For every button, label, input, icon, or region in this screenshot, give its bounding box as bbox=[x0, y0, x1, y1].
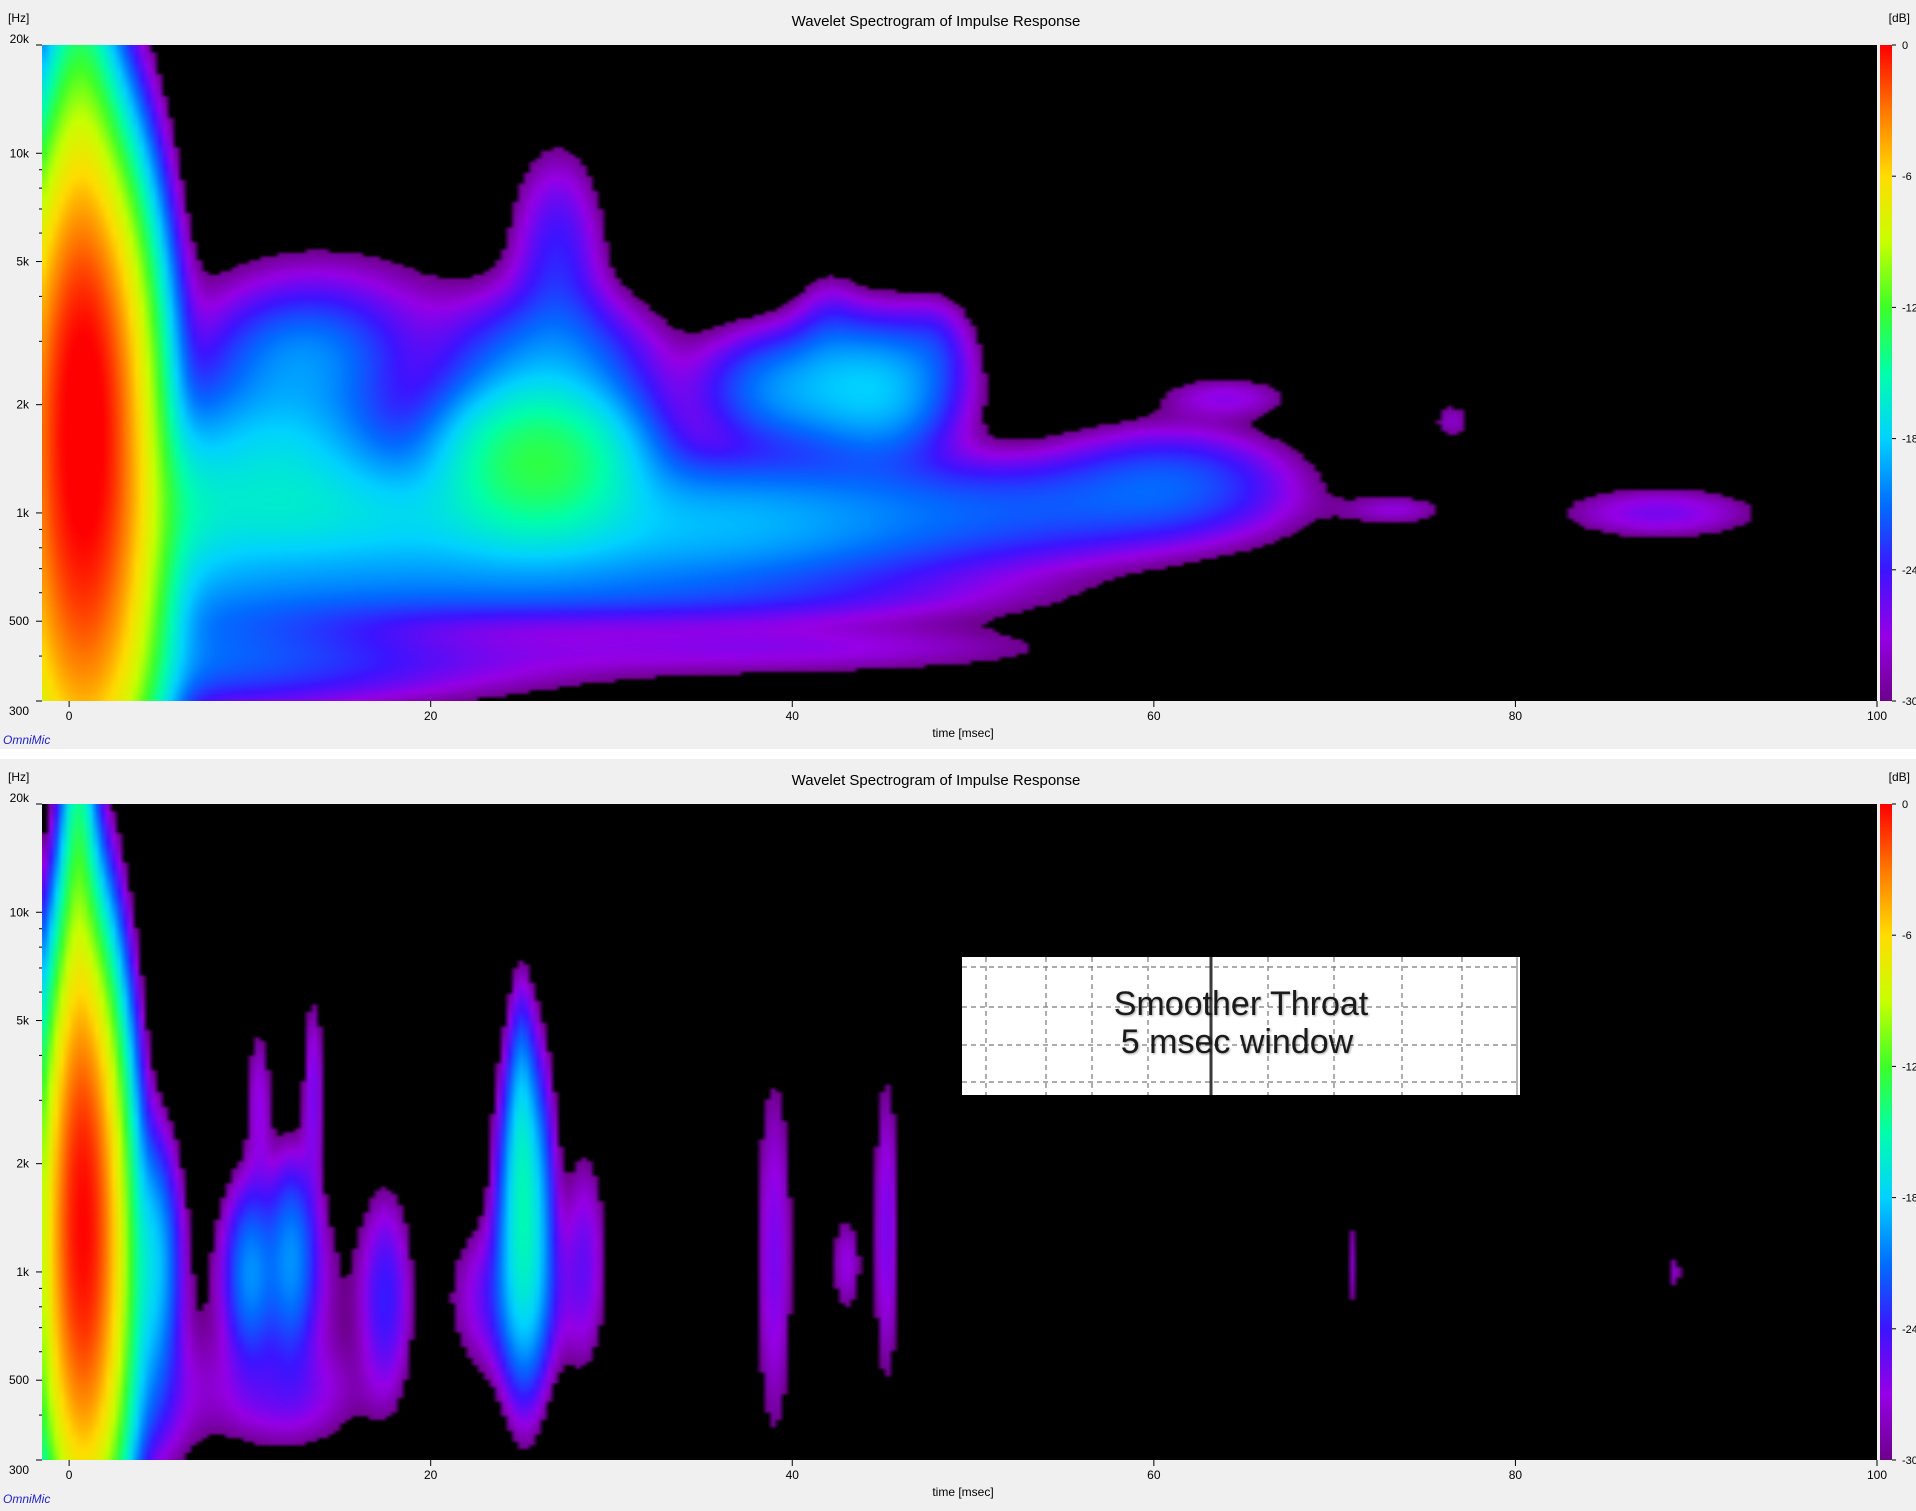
spectrogram-report: Wavelet Spectrogram of Impulse Response [… bbox=[0, 0, 1916, 1511]
colorbar-tick-label: -30 bbox=[1902, 696, 1916, 708]
colorbar-tick-label: -12 bbox=[1902, 302, 1916, 314]
y-tick-label: 10k bbox=[10, 146, 30, 160]
colorbar-tick-label: -24 bbox=[1902, 565, 1916, 577]
x-tick-label: 0 bbox=[66, 1468, 73, 1482]
spectrogram-panel-1: Wavelet Spectrogram of Impulse Response [… bbox=[0, 0, 1916, 745]
y-tick-label: 500 bbox=[9, 614, 29, 628]
y-axis-unit-label: [Hz] bbox=[8, 770, 29, 784]
spectrogram-chart-2: Wavelet Spectrogram of Impulse Response [… bbox=[3, 770, 1916, 1504]
x-tick-label: 40 bbox=[786, 709, 800, 723]
x-axis-label: time [msec] bbox=[932, 726, 993, 740]
colorbar-tick-label: 0 bbox=[1902, 40, 1908, 52]
y-tick-label: 2k bbox=[16, 398, 30, 412]
x-tick-label: 100 bbox=[1867, 709, 1887, 723]
y-tick-label: 1k bbox=[16, 1265, 30, 1279]
x-tick-label: 40 bbox=[786, 1468, 800, 1482]
colorbar bbox=[1880, 804, 1892, 1460]
x-tick-label: 0 bbox=[66, 709, 73, 723]
x-tick-label: 20 bbox=[424, 709, 438, 723]
y-tick-label: 300 bbox=[9, 1463, 29, 1477]
x-axis-label: time [msec] bbox=[932, 1485, 993, 1499]
spectrogram-image bbox=[42, 804, 1877, 1460]
annotation-line-1: Smoother Throat bbox=[1113, 985, 1369, 1023]
colorbar-tick-label: -24 bbox=[1902, 1324, 1916, 1336]
annotation-line-2: 5 msec window bbox=[1120, 1023, 1354, 1061]
colorbar-tick-label: -18 bbox=[1902, 434, 1916, 446]
x-tick-label: 80 bbox=[1509, 709, 1523, 723]
spectrogram-image bbox=[42, 45, 1877, 701]
colorbar-tick-label: 0 bbox=[1902, 799, 1908, 811]
y-tick-label: 5k bbox=[16, 255, 30, 269]
y-tick-label: 300 bbox=[9, 704, 29, 718]
x-tick-label: 80 bbox=[1509, 1468, 1523, 1482]
colorbar-unit-label: [dB] bbox=[1889, 11, 1910, 25]
y-tick-label: 20k bbox=[10, 32, 30, 46]
colorbar-tick-label: -6 bbox=[1902, 930, 1912, 942]
y-tick-label: 2k bbox=[16, 1157, 30, 1171]
watermark-label: OmniMic bbox=[3, 733, 50, 745]
y-tick-label: 1k bbox=[16, 506, 30, 520]
colorbar-tick-label: -30 bbox=[1902, 1455, 1916, 1467]
y-tick-label: 10k bbox=[10, 905, 30, 919]
chart-title: Wavelet Spectrogram of Impulse Response bbox=[792, 13, 1081, 30]
panel-separator bbox=[0, 749, 1916, 759]
y-axis-unit-label: [Hz] bbox=[8, 11, 29, 25]
y-tick-label: 500 bbox=[9, 1373, 29, 1387]
watermark-label: OmniMic bbox=[3, 1492, 50, 1504]
y-tick-label: 5k bbox=[16, 1014, 30, 1028]
spectrogram-chart-1: Wavelet Spectrogram of Impulse Response [… bbox=[3, 11, 1916, 745]
x-tick-label: 20 bbox=[424, 1468, 438, 1482]
colorbar-tick-label: -6 bbox=[1902, 171, 1912, 183]
chart-title: Wavelet Spectrogram of Impulse Response bbox=[792, 772, 1081, 789]
spectrogram-panel-2: Wavelet Spectrogram of Impulse Response [… bbox=[0, 759, 1916, 1504]
y-tick-label: 20k bbox=[10, 791, 30, 805]
colorbar bbox=[1880, 45, 1892, 701]
colorbar-tick-label: -18 bbox=[1902, 1193, 1916, 1205]
x-tick-label: 60 bbox=[1147, 709, 1161, 723]
colorbar-tick-label: -12 bbox=[1902, 1061, 1916, 1073]
colorbar-unit-label: [dB] bbox=[1889, 770, 1910, 784]
x-tick-label: 60 bbox=[1147, 1468, 1161, 1482]
x-tick-label: 100 bbox=[1867, 1468, 1887, 1482]
annotation-box: Smoother Throat 5 msec window bbox=[962, 957, 1520, 1095]
